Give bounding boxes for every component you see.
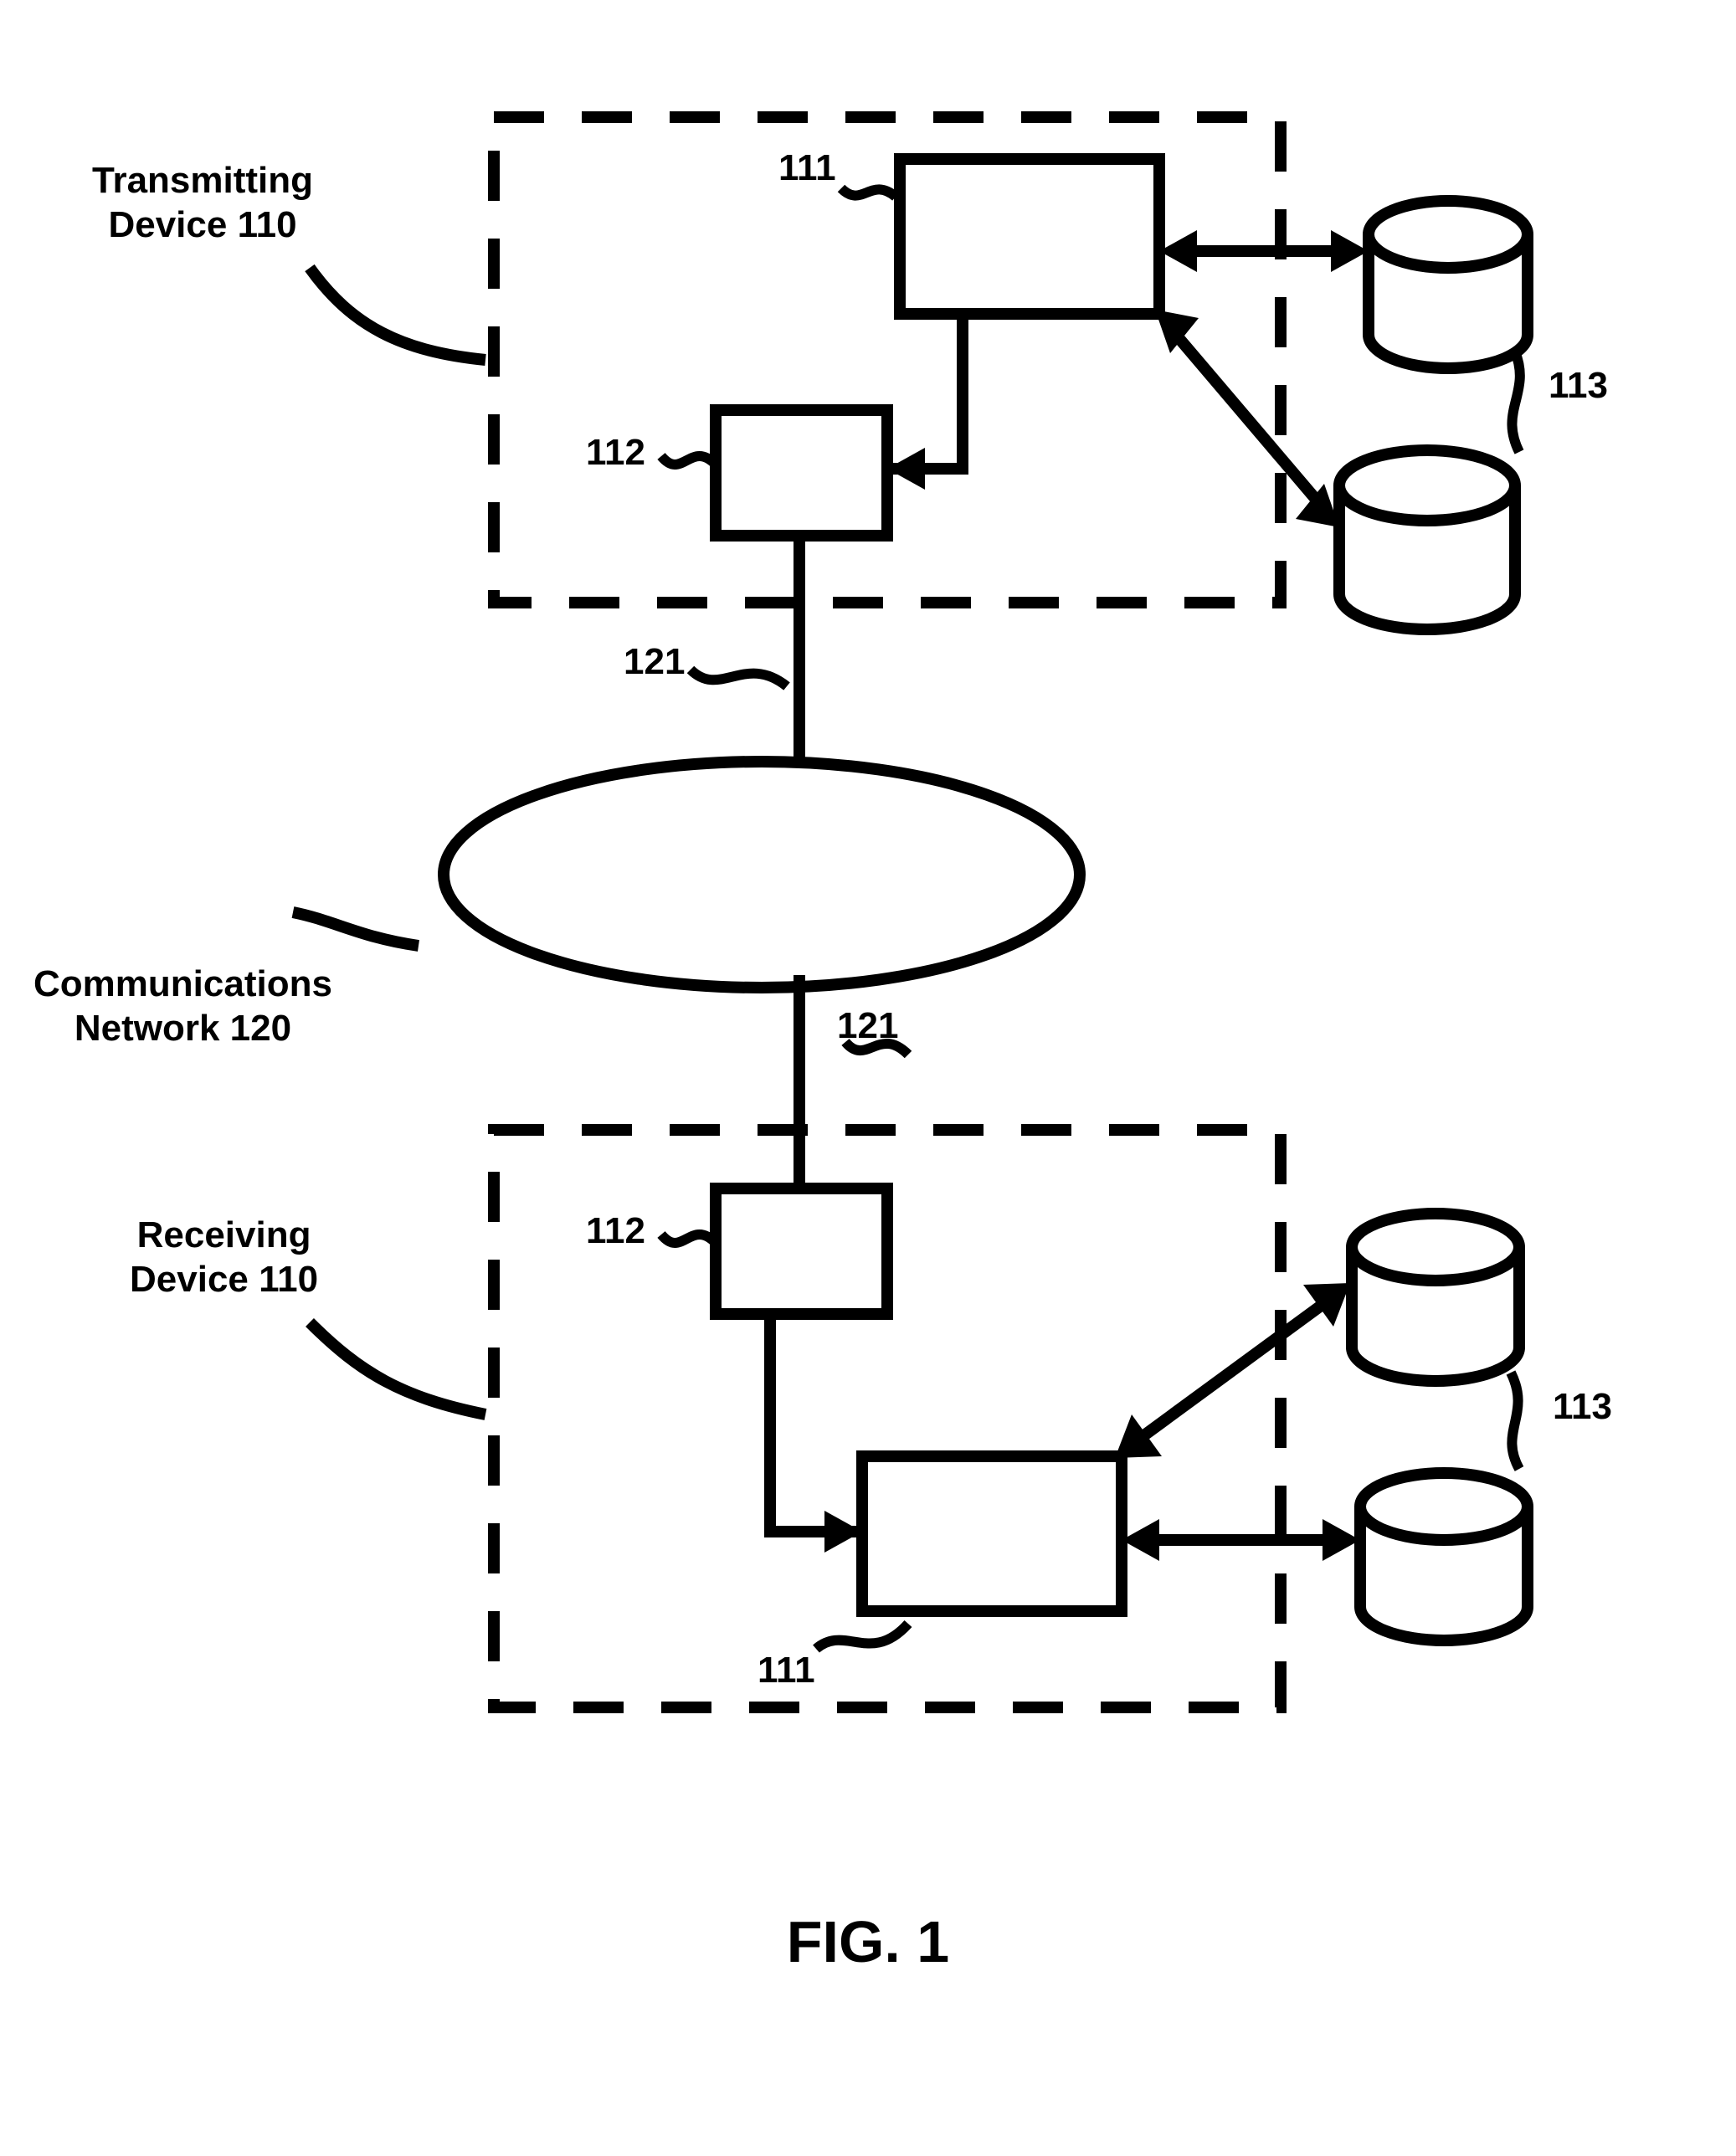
conn-111-cyl-upper-bot <box>1138 1301 1327 1440</box>
box-111-top <box>900 159 1159 314</box>
conn-111-to-112-top <box>887 314 963 469</box>
cylinder-113-bottom-lower <box>1360 1473 1528 1640</box>
label-121-top: 121 <box>624 640 685 685</box>
leader-comm-network <box>293 912 419 946</box>
box-112-bottom <box>716 1188 887 1314</box>
network-ellipse <box>444 762 1080 988</box>
cylinder-113-top-lower <box>1339 450 1515 629</box>
leader-121-top <box>691 670 787 686</box>
box-112-top <box>716 410 887 536</box>
leader-112-bottom <box>661 1235 716 1243</box>
leader-111-top <box>841 188 896 197</box>
label-111-top: 111 <box>778 146 836 191</box>
leader-111-bottom <box>816 1624 908 1649</box>
label-121-bottom: 121 <box>837 1004 898 1049</box>
label-receiving-device: Receiving Device 110 <box>130 1214 318 1302</box>
figure-title: FIG. 1 <box>0 1908 1736 1975</box>
conn-112-to-111-bottom <box>770 1314 862 1532</box>
label-111-bottom: 111 <box>758 1649 815 1693</box>
label-transmitting-device: Transmitting Device 110 <box>92 159 313 248</box>
label-112-top: 112 <box>586 431 645 475</box>
label-112-bottom: 112 <box>586 1209 645 1254</box>
cylinder-113-top-upper <box>1369 201 1528 368</box>
leader-113-top <box>1512 352 1519 452</box>
diagram-svg <box>0 0 1736 2156</box>
leader-transmitting <box>310 268 485 360</box>
label-113-top: 113 <box>1549 364 1608 408</box>
box-111-bottom <box>862 1456 1122 1611</box>
label-113-bottom: 113 <box>1553 1385 1612 1430</box>
leader-112-top <box>661 456 716 465</box>
label-comm-network: Communications Network 120 <box>33 963 332 1051</box>
diagram-page: Transmitting Device 110 111 112 113 121 … <box>0 0 1736 2156</box>
cylinder-113-bottom-upper <box>1352 1214 1519 1381</box>
leader-receiving <box>310 1322 485 1414</box>
leader-113-bottom <box>1511 1373 1519 1469</box>
conn-111-cyl-lower-top <box>1176 335 1318 502</box>
